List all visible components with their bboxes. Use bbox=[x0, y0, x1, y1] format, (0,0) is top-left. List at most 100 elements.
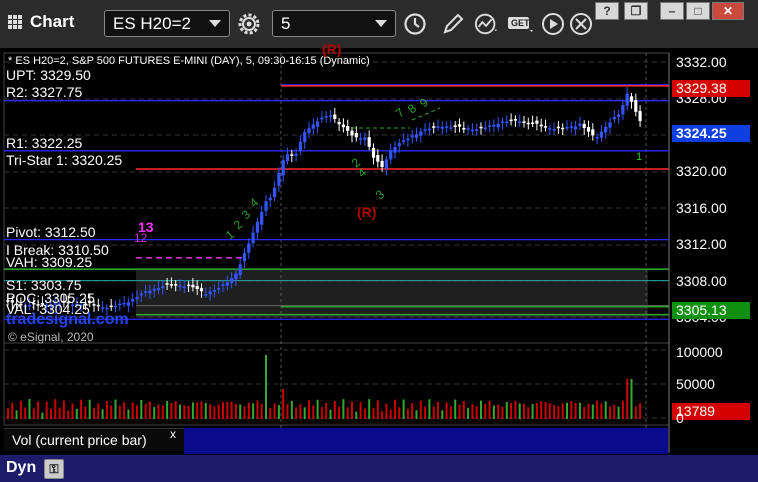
volume-bar bbox=[437, 401, 439, 419]
volume-bar bbox=[488, 400, 491, 419]
candle-body bbox=[268, 197, 272, 201]
volume-bar bbox=[415, 410, 418, 419]
chevron-down-icon bbox=[209, 20, 221, 27]
volume-bar bbox=[570, 400, 573, 419]
volume-tick-label: 0 bbox=[676, 410, 684, 426]
candle-body bbox=[199, 288, 204, 292]
volume-bar bbox=[540, 401, 543, 419]
volume-bar bbox=[290, 400, 293, 419]
get-label: GET bbox=[511, 18, 530, 28]
last-price-tag: 3324.25 bbox=[672, 125, 750, 142]
volume-bar bbox=[363, 408, 366, 419]
lock-icon[interactable]: ⚿ bbox=[44, 459, 64, 479]
maximize-button[interactable]: □ bbox=[686, 2, 710, 20]
candle-body bbox=[182, 286, 186, 289]
volume-bar bbox=[179, 404, 181, 419]
time-template-button[interactable] bbox=[402, 11, 428, 37]
study-close-button[interactable]: x bbox=[170, 427, 176, 442]
volume-bar bbox=[475, 406, 478, 419]
symbol-select[interactable]: ES H20=2 bbox=[104, 10, 230, 37]
volume-bar bbox=[15, 410, 18, 419]
volume-bar bbox=[402, 399, 405, 419]
candle-body bbox=[371, 147, 376, 158]
volume-bar bbox=[277, 405, 280, 419]
candle-body bbox=[96, 304, 100, 307]
volume-bar bbox=[497, 404, 500, 419]
volume-bar bbox=[510, 403, 513, 419]
volume-bar bbox=[282, 389, 285, 419]
candle-body bbox=[406, 138, 410, 141]
play-button[interactable] bbox=[540, 11, 566, 37]
candle-body bbox=[595, 136, 599, 139]
dyn-label: Dyn bbox=[6, 459, 37, 476]
volume-bar bbox=[394, 399, 396, 419]
cancel-button[interactable] bbox=[568, 11, 594, 37]
candle-body bbox=[144, 291, 148, 293]
volume-bar bbox=[28, 399, 31, 419]
volume-bar bbox=[243, 406, 246, 419]
get-data-button[interactable]: GET bbox=[506, 11, 536, 37]
candle-body bbox=[638, 110, 642, 122]
volume-bar bbox=[320, 407, 323, 419]
candle-body bbox=[436, 126, 440, 128]
volume-bar bbox=[578, 402, 581, 419]
setup-count-marker: 9 bbox=[417, 95, 431, 110]
volume-bar bbox=[574, 403, 577, 419]
chart-menu-icon[interactable] bbox=[8, 15, 22, 29]
volume-bar bbox=[286, 404, 289, 419]
interval-value: 5 bbox=[281, 13, 291, 33]
candle-body bbox=[238, 264, 242, 275]
volume-bar bbox=[191, 402, 194, 419]
setup-count-marker: 8 bbox=[405, 101, 419, 116]
minimize-button[interactable]: – bbox=[660, 2, 684, 20]
volume-bar bbox=[454, 399, 457, 419]
close-button[interactable]: ✕ bbox=[712, 2, 744, 20]
volume-bar bbox=[484, 403, 487, 419]
candle-body bbox=[492, 124, 496, 127]
play-icon bbox=[542, 13, 564, 35]
volume-bar bbox=[548, 403, 551, 419]
volume-bar bbox=[355, 411, 358, 419]
price-tick-label: 3320.00 bbox=[676, 163, 727, 180]
volume-bar bbox=[368, 399, 371, 419]
candle-body bbox=[500, 121, 505, 123]
volume-bar bbox=[269, 407, 272, 419]
candle-body bbox=[187, 284, 191, 287]
volume-bar bbox=[247, 402, 250, 419]
candle-body bbox=[139, 293, 143, 296]
volume-bar bbox=[93, 407, 95, 419]
candle-body bbox=[122, 302, 126, 305]
candle-body bbox=[612, 116, 616, 120]
candle-body bbox=[367, 137, 371, 147]
candle-body bbox=[410, 135, 414, 138]
volume-bar bbox=[222, 402, 224, 419]
link-button[interactable]: ❐ bbox=[624, 2, 648, 20]
chart-area[interactable]: 1234247893 * ES H20=2, S&P 500 FUTURES E… bbox=[0, 42, 758, 482]
volume-bar bbox=[123, 402, 126, 419]
candle-body bbox=[156, 287, 161, 291]
candle-body bbox=[307, 128, 311, 134]
draw-tool-button[interactable] bbox=[440, 11, 466, 37]
volume-bar bbox=[514, 400, 517, 419]
volume-bar bbox=[566, 402, 568, 419]
candle-body bbox=[191, 284, 195, 288]
candle-body bbox=[131, 298, 135, 302]
study-panel-tab[interactable]: Vol (current price bar) x bbox=[4, 427, 184, 451]
studies-button[interactable] bbox=[474, 11, 500, 37]
volume-bar bbox=[376, 400, 379, 419]
interval-select[interactable]: 5 bbox=[272, 10, 396, 37]
settings-gear-button[interactable] bbox=[236, 11, 262, 37]
candle-body bbox=[479, 126, 483, 129]
candle-body bbox=[118, 303, 122, 306]
candle-body bbox=[359, 138, 363, 140]
volume-bar bbox=[467, 407, 470, 419]
volume-bar bbox=[346, 407, 349, 419]
candle-body bbox=[505, 121, 509, 124]
level-label: Tri-Star 1: 3320.25 bbox=[6, 152, 123, 168]
app-title-label: Chart bbox=[30, 12, 75, 31]
candle-body bbox=[303, 132, 307, 143]
volume-bar bbox=[71, 403, 74, 419]
candle-body bbox=[126, 302, 130, 306]
help-button[interactable]: ? bbox=[595, 2, 619, 20]
volume-bar bbox=[338, 406, 341, 419]
